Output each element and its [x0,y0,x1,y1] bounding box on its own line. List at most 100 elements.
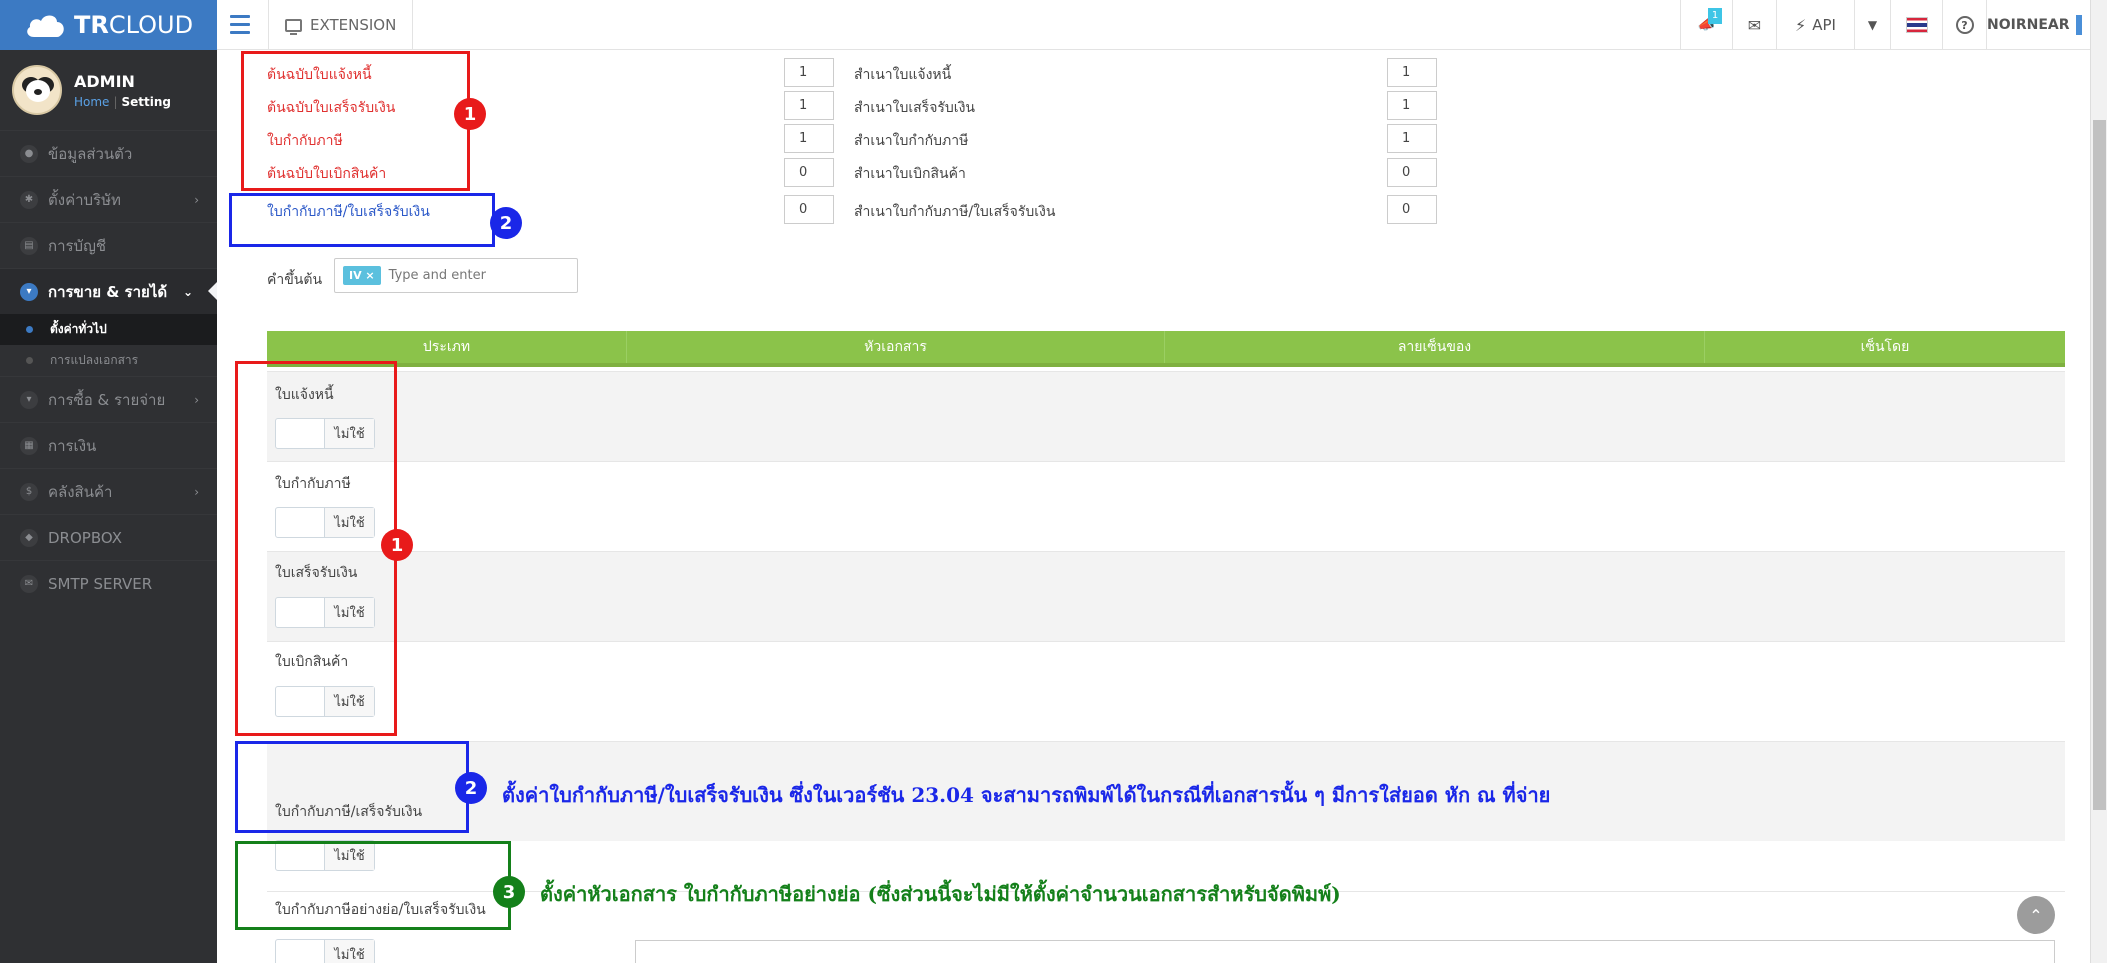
original-withdrawal-count[interactable]: 0 [784,158,834,187]
api-label: API [1812,16,1836,34]
annotation-marker-3: 3 [493,876,525,908]
mail-icon: ✉ [20,574,38,593]
copy-tax-invoice-count[interactable]: 1 [1387,124,1437,153]
chevron-right-icon: › [194,484,199,499]
dollar-icon: $ [20,482,38,501]
copy-withdrawal-label: สำเนาใบเบิกสินค้า [854,166,966,182]
dropdown-toggle[interactable]: ▼ [1854,0,1890,50]
prefix-tag-input[interactable]: IV × Type and enter [334,258,578,293]
profile-block: ADMIN Home | Setting [0,50,217,130]
col-signed-by: เซ็นโดย [1860,339,1910,355]
book-icon: ▤ [20,236,38,255]
chevron-down-icon: ⌄ [182,284,193,299]
copy-receipt-label: สำเนาใบเสร็จรับเงิน [854,100,975,116]
sidebar: ADMIN Home | Setting ● ข้อมูลส่วนตัว ✱ ตั้… [0,50,217,963]
building-icon [2075,15,2082,35]
notification-button[interactable]: 📣 1 [1680,0,1732,50]
sidebar-item-purchases[interactable]: ▾ การซื้อ & รายจ่าย › [0,376,217,422]
language-selector[interactable] [1890,0,1942,50]
person-icon: ● [20,144,38,163]
mail-button[interactable]: ✉ [1732,0,1776,50]
annotation-box-2-top [229,193,495,247]
sidebar-item-sales[interactable]: ▾ การขาย & รายได้ ⌄ [0,268,217,314]
sidebar-item-dropbox[interactable]: ◆ DROPBOX [0,514,217,560]
brand-logo[interactable]: TRCLOUD [0,0,217,50]
user-menu[interactable]: NOIRNEAR [1986,0,2090,50]
sidebar-item-accounting[interactable]: ▤ การบัญชี [0,222,217,268]
help-button[interactable]: ? [1942,0,1986,50]
copy-tax-invoice-label: สำเนาใบกำกับภาษี [854,133,969,149]
settings-panel: ต้นฉบับใบแจ้งหนี้ 1 สำเนาใบแจ้งหนี้ 1 ต้… [233,50,2065,963]
cart-icon: ▾ [20,390,38,409]
annotation-box-1-top [241,51,470,191]
api-button[interactable]: ⚡ API [1776,0,1854,50]
chevron-up-icon: ⌃ [2029,905,2043,925]
plug-icon: ⚡ [1795,15,1807,35]
sidebar-item-smtp[interactable]: ✉ SMTP SERVER [0,560,217,606]
sidebar-item-profile[interactable]: ● ข้อมูลส่วนตัว [0,130,217,176]
sidebar-nav: ● ข้อมูลส่วนตัว ✱ ตั้งค่าบริษัท › ▤ การบ… [0,130,217,606]
grid-header: ประเภท หัวเอกสาร ลายเซ็นของ เซ็นโดย [267,331,2065,367]
sidebar-subitem-document-conversion[interactable]: การแปลงเอกสาร [0,345,217,376]
scroll-to-top-button[interactable]: ⌃ [2017,896,2055,934]
copy-withdrawal-count[interactable]: 0 [1387,158,1437,187]
annotation-marker-2-grid: 2 [455,772,487,804]
scrollbar-thumb[interactable] [2093,120,2106,810]
copy-tax-invoice-receipt-label: สำเนาใบกำกับภาษี/ใบเสร็จรับเงิน [854,204,1056,220]
copy-tax-invoice-receipt-count[interactable]: 0 [1387,195,1437,224]
chevron-right-icon: › [194,192,199,207]
toggle-abbr-tax-invoice[interactable]: ไม่ใช้ [275,939,375,963]
prefix-label: คำขึ้นต้น [267,272,323,288]
cloud-icon [24,11,66,39]
bottom-input-box[interactable] [635,940,2055,963]
user-name: NOIRNEAR [1987,17,2070,33]
top-bar: TRCLOUD EXTENSION 📣 1 ✉ ⚡ API ▼ ? NOIRNE… [0,0,2107,50]
main-content: ต้นฉบับใบแจ้งหนี้ 1 สำเนาใบแจ้งหนี้ 1 ต้… [217,50,2090,963]
annotation-box-3 [235,841,511,930]
original-receipt-count[interactable]: 1 [784,91,834,120]
col-type: ประเภท [267,331,627,363]
caret-down-icon: ▼ [1867,18,1878,32]
setting-link[interactable]: Setting [121,95,171,109]
profile-name: ADMIN [74,71,135,91]
annotation-note-2: ตั้งค่าใบกำกับภาษี/ใบเสร็จรับเงิน ซึ่งใน… [502,783,1551,807]
prefix-tag[interactable]: IV × [343,266,381,285]
sidebar-item-finance[interactable]: ▦ การเงิน [0,422,217,468]
tax-invoice-receipt-count[interactable]: 0 [784,195,834,224]
annotation-marker-2-top: 2 [490,207,522,239]
copy-invoice-count[interactable]: 1 [1387,58,1437,87]
extension-label: EXTENSION [310,16,397,34]
annotation-marker-1-top: 1 [454,98,486,130]
brand-name: TRCLOUD [74,11,194,39]
prefix-placeholder: Type and enter [388,268,486,283]
top-right-toolbar: 📣 1 ✉ ⚡ API ▼ ? NOIRNEAR [1680,0,2090,50]
col-signature: ลายเซ็นของ [1165,331,1705,363]
original-invoice-count[interactable]: 1 [784,58,834,87]
notification-badge: 1 [1708,8,1722,24]
thai-flag-icon [1905,17,1928,33]
sidebar-item-inventory[interactable]: $ คลังสินค้า › [0,468,217,514]
col-doc-header: หัวเอกสาร [627,331,1165,363]
calendar-icon: ▦ [20,436,38,455]
dropbox-icon: ◆ [20,528,38,547]
copy-invoice-label: สำเนาใบแจ้งหนี้ [854,67,952,83]
menu-toggle-icon[interactable] [230,10,256,38]
annotation-note-3: ตั้งค่าหัวเอกสาร ใบกำกับภาษีอย่างย่อ (ซึ… [540,882,1341,906]
monitor-icon [285,18,302,35]
grid-row-invoice: ใบแจ้งหนี้ ไม่ใช้ [267,371,2065,461]
annotation-box-1-grid [235,361,397,736]
avatar[interactable] [12,65,62,115]
grid-row-receipt: ใบเสร็จรับเงิน ไม่ใช้ [267,551,2065,641]
extension-tab[interactable]: EXTENSION [268,0,414,50]
chevron-right-icon: › [194,392,199,407]
vertical-scrollbar[interactable] [2090,0,2107,963]
home-link[interactable]: Home [74,95,109,109]
gear-icon: ✱ [20,190,38,209]
copy-receipt-count[interactable]: 1 [1387,91,1437,120]
grid-row-tax-invoice: ใบกำกับภาษี ไม่ใช้ [267,461,2065,551]
annotation-marker-1-grid: 1 [381,529,413,561]
sidebar-subitem-general-settings[interactable]: ตั้งค่าทั่วไป [0,314,217,345]
tax-invoice-count[interactable]: 1 [784,124,834,153]
annotation-box-2-grid [235,741,469,833]
sidebar-item-company-settings[interactable]: ✱ ตั้งค่าบริษัท › [0,176,217,222]
